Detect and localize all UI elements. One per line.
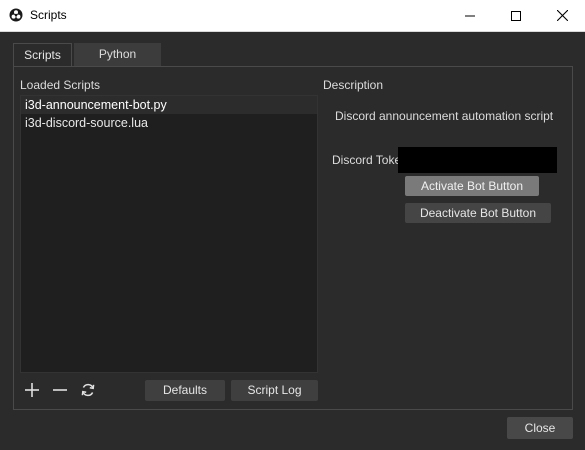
tab-scripts[interactable]: Scripts [13,43,72,66]
script-item[interactable]: i3d-discord-source.lua [21,114,317,132]
minimize-icon [465,15,475,16]
reload-scripts-button[interactable] [78,380,98,400]
maximize-icon [511,10,521,21]
script-log-button[interactable]: Script Log [231,380,318,401]
activate-bot-button[interactable]: Activate Bot Button [405,176,539,196]
deactivate-bot-button[interactable]: Deactivate Bot Button [405,203,551,223]
minimize-button[interactable] [447,0,493,31]
description-label: Description [323,78,384,92]
window-title: Scripts [30,8,67,22]
remove-script-button[interactable] [50,380,70,400]
close-icon [556,10,568,21]
script-item[interactable]: i3d-announcement-bot.py [21,96,317,114]
loaded-scripts-label: Loaded Scripts [20,78,101,92]
discord-token-input[interactable] [398,147,557,173]
script-description: Discord announcement automation script [335,109,554,123]
loaded-scripts-list[interactable]: i3d-announcement-bot.py i3d-discord-sour… [20,95,318,373]
plus-icon [25,383,39,397]
maximize-button[interactable] [493,0,539,31]
obs-logo-icon [9,8,23,22]
tab-python-settings[interactable]: Python Settings [74,43,161,84]
title-bar: Scripts [0,0,585,32]
refresh-icon [81,383,95,397]
minus-icon [53,389,67,391]
tab-bar: Scripts Python Settings [13,43,161,84]
discord-token-label: Discord Token [332,153,408,167]
close-window-button[interactable] [539,0,585,31]
defaults-button[interactable]: Defaults [145,380,225,401]
close-button[interactable]: Close [507,417,573,439]
add-script-button[interactable] [22,380,42,400]
